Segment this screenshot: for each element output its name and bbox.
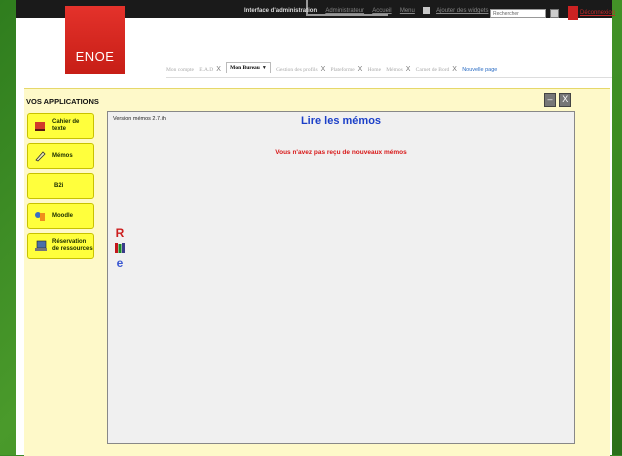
memos-window: Version mémos 2.7.ih Lire les mémos Vous… bbox=[107, 111, 575, 444]
logo-text: ENOE bbox=[75, 49, 115, 64]
memos-title: Lire les mémos bbox=[300, 115, 382, 127]
logout-link[interactable]: Déconnexion bbox=[580, 10, 615, 16]
tab-nouvelle-page[interactable]: Nouvelle page bbox=[462, 67, 497, 73]
search-input[interactable]: Rechercher bbox=[490, 9, 546, 18]
applications-panel: VOS APPLICATIONS – X Cahier de texte Mémo… bbox=[24, 88, 610, 456]
tab-label: Carnet de Bord bbox=[415, 67, 450, 73]
tab-label: E.A.D bbox=[199, 67, 214, 73]
app-b2i-button[interactable]: B2i bbox=[27, 173, 94, 199]
tab-mon-compte[interactable]: Mon compte bbox=[166, 67, 194, 73]
add-widget-link[interactable]: Ajouter des widgets bbox=[423, 6, 494, 14]
close-tab-icon[interactable]: X bbox=[452, 66, 457, 73]
app-memos-button[interactable]: Mémos bbox=[27, 143, 94, 169]
top-links: Interface d'administration Administrateu… bbox=[244, 5, 500, 15]
close-tab-icon[interactable]: X bbox=[321, 66, 326, 73]
app-label: Mémos bbox=[52, 152, 73, 159]
app-moodle-button[interactable]: Moodle bbox=[27, 203, 94, 229]
admin-link[interactable]: Interface d'administration bbox=[244, 8, 317, 14]
app-label: B2i bbox=[54, 182, 64, 189]
close-tab-icon[interactable]: X bbox=[358, 66, 363, 73]
tab-underline bbox=[166, 77, 612, 78]
moodle-icon bbox=[34, 210, 46, 222]
app-reservation-button[interactable]: Réservation de ressources bbox=[27, 233, 94, 259]
notebook-icon bbox=[34, 120, 46, 132]
tab-bar: Mon compte E.A.D X Mon Bureau ▼ Gestion de… bbox=[166, 62, 612, 78]
tab-ead[interactable]: E.A.D X bbox=[199, 66, 221, 73]
side-icon-column: R e bbox=[114, 227, 126, 272]
tab-label: Mon compte bbox=[166, 67, 194, 73]
tab-label: Nouvelle page bbox=[462, 67, 498, 73]
app-label: Cahier de texte bbox=[52, 119, 80, 132]
memo-pen-icon bbox=[34, 150, 46, 162]
tab-memos[interactable]: Mémos X bbox=[386, 66, 410, 73]
dropdown-arrow-icon[interactable]: ▼ bbox=[262, 66, 267, 71]
r-icon[interactable]: R bbox=[114, 227, 126, 239]
tab-home[interactable]: Home bbox=[368, 67, 381, 73]
tab-plateforme[interactable]: Plateforme X bbox=[331, 66, 363, 73]
user-name-link[interactable]: Administrateur bbox=[325, 8, 364, 14]
e-icon[interactable]: e bbox=[114, 257, 126, 269]
close-button[interactable]: X bbox=[559, 93, 572, 107]
close-tab-icon[interactable]: X bbox=[216, 66, 221, 73]
widget-icon bbox=[423, 6, 431, 14]
home-link[interactable]: Accueil bbox=[372, 8, 391, 14]
enoe-logo[interactable]: ENOE bbox=[65, 6, 125, 74]
no-new-memos-message: Vous n'avez pas reçu de nouveaux mémos bbox=[275, 149, 407, 156]
tab-label: Mon Bureau bbox=[230, 65, 260, 71]
page: Interface d'administration Administrateu… bbox=[16, 0, 615, 456]
close-tab-icon[interactable]: X bbox=[406, 66, 411, 73]
books-icon[interactable] bbox=[114, 242, 126, 254]
app-label: Moodle bbox=[52, 212, 73, 219]
tab-label: Home bbox=[367, 67, 382, 73]
window-buttons: – X bbox=[543, 93, 572, 107]
tab-label: Plateforme bbox=[330, 67, 355, 73]
app-label: Réservation de ressources bbox=[52, 239, 93, 252]
minimize-button[interactable]: – bbox=[544, 93, 556, 107]
logout-icon[interactable] bbox=[568, 6, 578, 20]
app-cahier-de-texte-button[interactable]: Cahier de texte bbox=[27, 113, 94, 139]
search-go-button[interactable] bbox=[550, 9, 559, 18]
tab-gestion-des-profils[interactable]: Gestion des profils X bbox=[276, 66, 325, 73]
tab-mon-bureau[interactable]: Mon Bureau ▼ bbox=[226, 62, 271, 73]
add-widget-label: Ajouter des widgets bbox=[436, 8, 489, 14]
applications-title: VOS APPLICATIONS bbox=[26, 97, 99, 106]
tab-label: Mémos bbox=[386, 67, 403, 73]
computer-icon bbox=[34, 240, 47, 252]
tab-carnet-de-bord[interactable]: Carnet de Bord X bbox=[416, 66, 457, 73]
tab-label: Gestion des profils bbox=[276, 67, 318, 73]
menu-link[interactable]: Menu bbox=[400, 8, 415, 14]
